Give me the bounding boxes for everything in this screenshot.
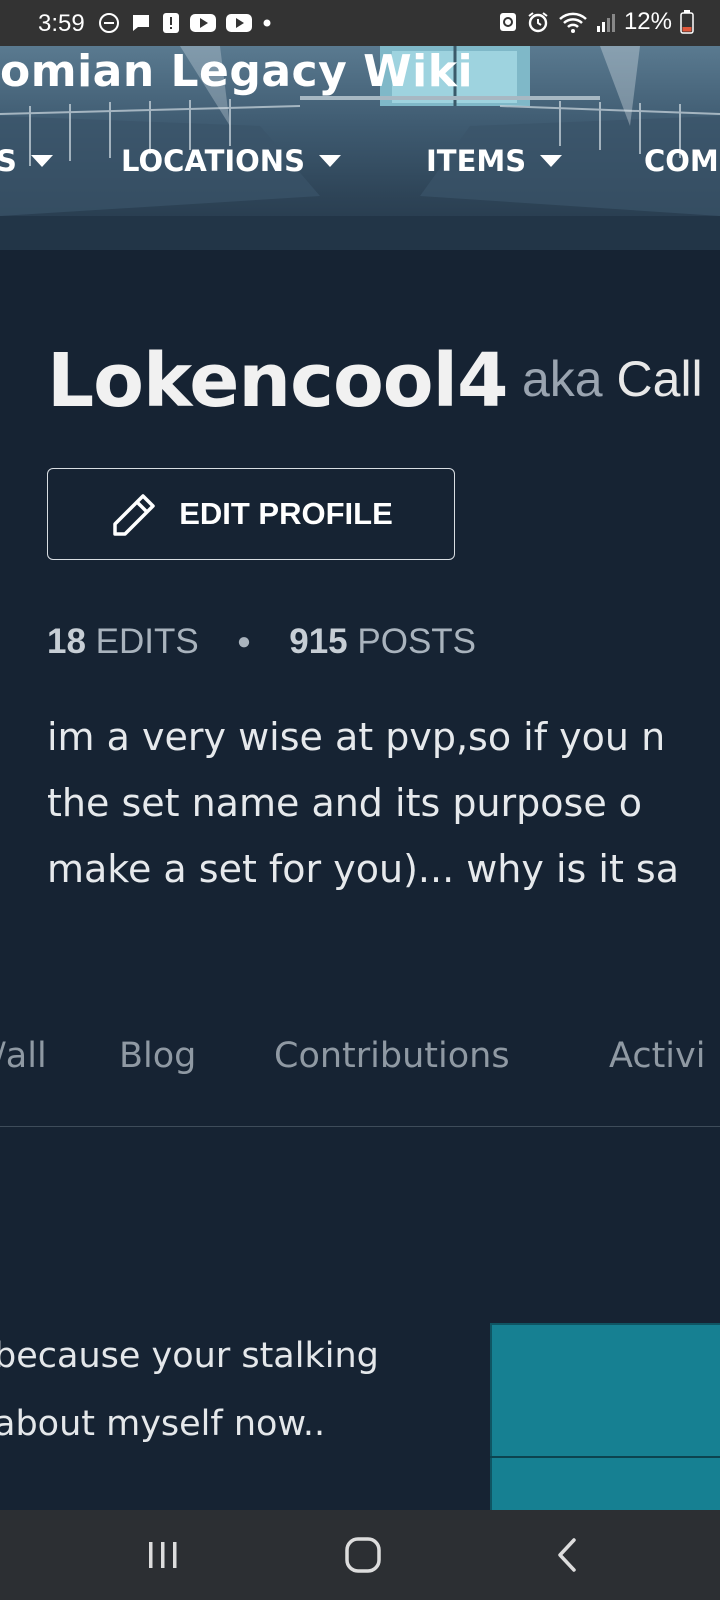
tab-contributions[interactable]: Contributions [274, 1036, 510, 1076]
tab-wall[interactable]: /all [0, 1036, 47, 1076]
dnd-icon [99, 13, 119, 33]
posts-label: POSTS [357, 622, 477, 661]
youtube-icon [190, 14, 216, 32]
teal-card[interactable] [490, 1323, 720, 1515]
edit-profile-button[interactable]: EDIT PROFILE [47, 468, 455, 560]
posts-count: 915 [289, 622, 348, 661]
message-line: because your stalking [0, 1336, 379, 1376]
edits-count: 18 [47, 622, 86, 661]
nav-label: S [0, 144, 17, 178]
profile-username: Lokencool4 [47, 338, 508, 424]
chevron-down-icon [318, 155, 341, 167]
profile-aka: aka Call [522, 350, 703, 408]
nav-item-characters[interactable]: S [0, 144, 53, 178]
tab-divider [0, 1126, 720, 1127]
pencil-icon [113, 494, 155, 536]
alert-icon [163, 13, 179, 33]
wifi-icon [559, 12, 587, 33]
signal-icon [596, 14, 615, 32]
nav-item-community[interactable]: COM [644, 144, 719, 178]
edits-stat[interactable]: 18 EDITS [47, 622, 199, 662]
edit-profile-label: EDIT PROFILE [179, 496, 393, 531]
status-time: 3:59 [38, 10, 85, 37]
wiki-header: omian Legacy Wiki S LOCATIONS ITEMS COM [0, 46, 720, 250]
chat-icon [133, 15, 149, 31]
home-icon[interactable] [344, 1536, 382, 1574]
nav-label: LOCATIONS [121, 144, 305, 178]
posts-stat[interactable]: 915 POSTS [289, 622, 476, 662]
nav-label: COM [644, 144, 719, 178]
youtube-icon [226, 14, 252, 32]
bio-line: the set name and its purpose o [47, 781, 643, 825]
tab-blog[interactable]: Blog [119, 1036, 196, 1076]
message-line: about myself now.. [0, 1404, 326, 1444]
bio-line: im a very wise at pvp,so if you n [47, 715, 666, 759]
dot-icon [263, 19, 271, 27]
chevron-down-icon [30, 155, 53, 167]
back-icon[interactable] [552, 1537, 582, 1573]
notification-icons [98, 12, 272, 34]
nav-item-locations[interactable]: LOCATIONS [121, 144, 341, 178]
recent-apps-icon[interactable] [146, 1538, 180, 1572]
nav-label: ITEMS [426, 144, 527, 178]
nav-item-items[interactable]: ITEMS [426, 144, 563, 178]
bio-line: make a set for you)... why is it sa [47, 847, 680, 891]
profile-bio: im a very wise at pvp,so if you n the se… [47, 704, 720, 902]
card-divider [490, 1456, 720, 1458]
recycle-icon [499, 13, 516, 31]
alarm-icon [528, 12, 548, 33]
battery-icon [680, 10, 694, 34]
battery-percentage: 12% [623, 8, 672, 35]
profile-tabs: /all Blog Contributions Activi [0, 1030, 720, 1126]
status-bar: 3:59 12% [0, 0, 720, 46]
system-nav-bar [0, 1510, 720, 1600]
profile-stats: 18 EDITS ● 915 POSTS [47, 622, 476, 662]
tab-activity[interactable]: Activi [609, 1036, 705, 1076]
status-right: 12% [498, 8, 694, 36]
aka-label: aka [522, 351, 603, 407]
chevron-down-icon [540, 155, 563, 167]
wiki-title[interactable]: omian Legacy Wiki [0, 46, 473, 97]
aka-name: Call [616, 351, 703, 407]
edits-label: EDITS [95, 622, 199, 661]
separator-dot: ● [236, 628, 252, 655]
